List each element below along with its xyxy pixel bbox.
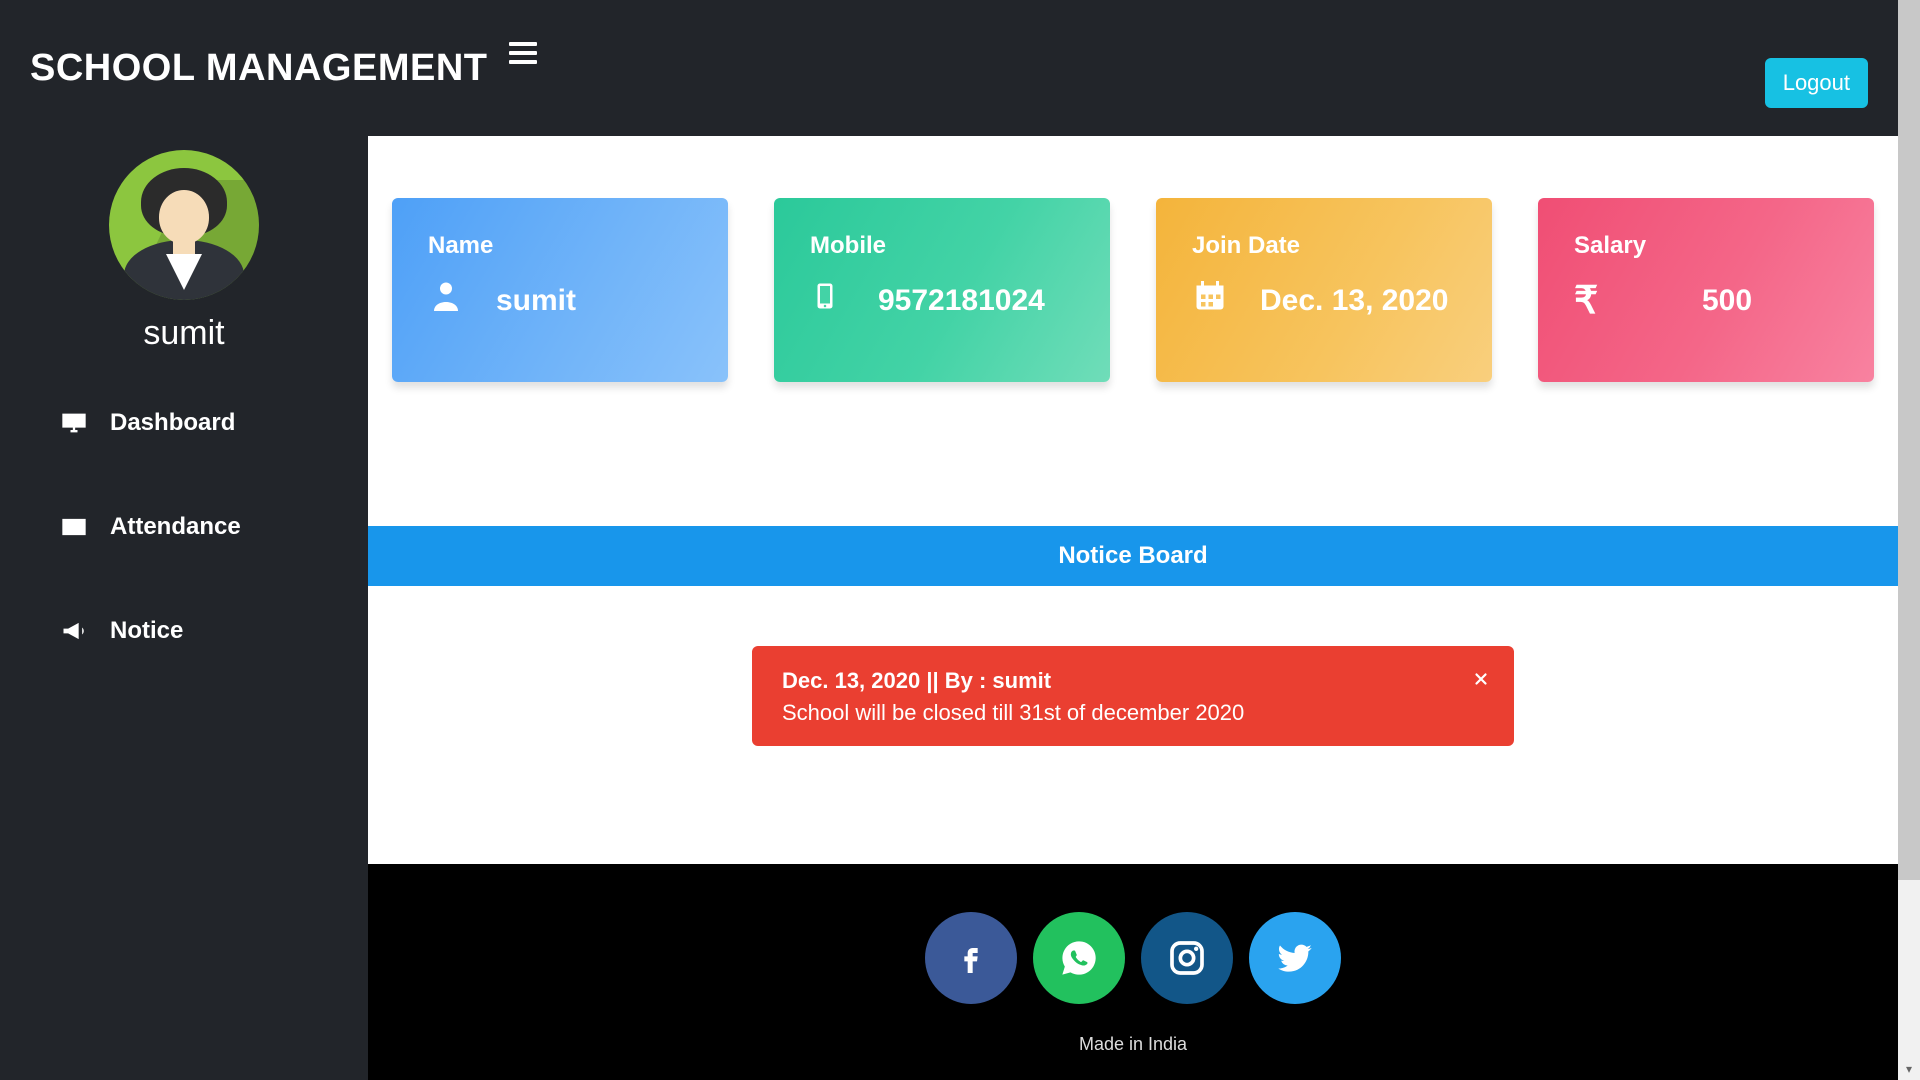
card-value: sumit <box>496 284 576 318</box>
logout-button[interactable]: Logout <box>1765 58 1868 108</box>
sidebar: sumit Dashboard Attendance Notice <box>0 136 368 1080</box>
notice-board-header: Notice Board <box>368 526 1898 586</box>
notice-body: School will be closed till 31st of decem… <box>782 700 1484 726</box>
card-value: 500 <box>1702 284 1752 318</box>
id-card-icon <box>60 515 88 539</box>
hamburger-icon[interactable] <box>509 37 537 69</box>
sidebar-item-label: Notice <box>110 617 183 645</box>
monitor-icon <box>60 411 88 435</box>
user-icon <box>428 278 468 323</box>
whatsapp-icon[interactable] <box>1033 912 1125 1004</box>
card-join-date: Join Date Dec. 13, 2020 <box>1156 198 1492 382</box>
twitter-icon[interactable] <box>1249 912 1341 1004</box>
notice-item: Dec. 13, 2020 || By : sumit School will … <box>752 646 1514 746</box>
instagram-icon[interactable] <box>1141 912 1233 1004</box>
card-title: Join Date <box>1192 232 1456 260</box>
card-mobile: Mobile 9572181024 <box>774 198 1110 382</box>
brand-title: SCHOOL MANAGEMENT <box>30 47 487 90</box>
avatar <box>109 150 259 300</box>
card-value: 9572181024 <box>878 284 1045 318</box>
card-name: Name sumit <box>392 198 728 382</box>
footer-credit: Made in India <box>1079 1034 1187 1055</box>
chevron-down-icon[interactable]: ▾ <box>1898 1058 1920 1080</box>
sidebar-item-label: Dashboard <box>110 409 235 437</box>
mobile-icon <box>810 278 850 323</box>
close-icon[interactable] <box>1472 668 1490 694</box>
facebook-icon[interactable] <box>925 912 1017 1004</box>
sidebar-item-attendance[interactable]: Attendance <box>60 505 368 549</box>
main-content: Name sumit Mobile 9572181024 J <box>368 136 1898 1080</box>
card-value: Dec. 13, 2020 <box>1260 284 1448 318</box>
rupee-icon: ₹ <box>1574 278 1614 323</box>
sidebar-item-notice[interactable]: Notice <box>60 609 368 653</box>
sidebar-username: sumit <box>0 314 368 353</box>
card-title: Salary <box>1574 232 1838 260</box>
calendar-icon <box>1192 278 1232 323</box>
scrollbar[interactable]: ▾ <box>1898 0 1920 1080</box>
card-title: Name <box>428 232 692 260</box>
bullhorn-icon <box>60 619 88 643</box>
card-title: Mobile <box>810 232 1074 260</box>
sidebar-item-dashboard[interactable]: Dashboard <box>60 401 368 445</box>
notice-meta: Dec. 13, 2020 || By : sumit <box>782 668 1484 694</box>
footer: Made in India <box>368 864 1898 1080</box>
scrollbar-thumb[interactable] <box>1898 0 1920 880</box>
header: SCHOOL MANAGEMENT Logout <box>0 0 1898 136</box>
sidebar-item-label: Attendance <box>110 513 241 541</box>
card-salary: Salary ₹ 500 <box>1538 198 1874 382</box>
